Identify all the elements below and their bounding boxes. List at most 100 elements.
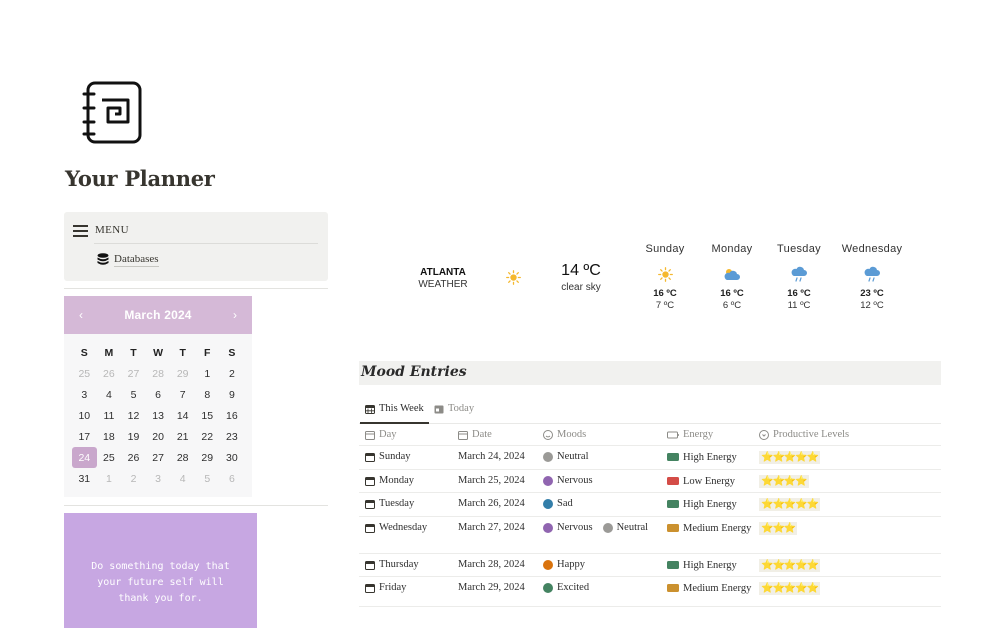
table-row[interactable]: Thursday March 28, 2024 Happy High Energy ⭐⭐… (359, 554, 941, 577)
calendar-month-title: March 2024 (124, 308, 192, 322)
page-title: Your Planner (65, 166, 215, 191)
calendar-day[interactable]: 20 (146, 426, 171, 447)
calendar-day[interactable]: 7 (170, 384, 195, 405)
mood-table: Day Date Moods Energy Productive Levels … (359, 424, 941, 607)
column-header-moods[interactable]: Moods (543, 429, 586, 440)
column-header-date[interactable]: Date (458, 429, 492, 440)
star-rating: ⭐⭐⭐⭐⭐ (759, 498, 821, 511)
next-month-button[interactable]: › (228, 308, 242, 322)
calendar-day[interactable]: 17 (72, 426, 97, 447)
weather-current: 14 ºC clear sky (556, 262, 606, 293)
column-header-productive[interactable]: Productive Levels (759, 429, 849, 440)
prev-month-button[interactable]: ‹ (74, 308, 88, 322)
calendar-day[interactable]: 28 (170, 447, 195, 468)
calendar-day[interactable]: 6 (220, 468, 245, 489)
column-header-label: Productive Levels (773, 429, 850, 440)
calendar-day[interactable]: 11 (97, 405, 122, 426)
mood-entries-header: Mood Entries (359, 361, 941, 385)
column-header-label: Date (472, 429, 492, 440)
energy-label: High Energy (683, 499, 737, 510)
calendar-day[interactable]: 14 (170, 405, 195, 426)
mood-face-icon (543, 452, 553, 462)
calendar-day[interactable]: 13 (146, 405, 171, 426)
day-label: Wednesday (379, 521, 428, 533)
date-label: March 29, 2024 (458, 582, 525, 593)
energy-label: Low Energy (683, 475, 736, 487)
calendar-icon (365, 500, 375, 509)
table-row[interactable]: Sunday March 24, 2024 Neutral High Energy ⭐⭐… (359, 446, 941, 470)
calendar-day[interactable]: 27 (146, 447, 171, 468)
table-row[interactable]: Wednesday March 27, 2024 Nervous Neutral Med… (359, 517, 941, 554)
day-label: Friday (379, 582, 407, 593)
calendar-day-icon (434, 405, 444, 413)
calendar-icon (365, 431, 375, 440)
column-header-day[interactable]: Day (365, 429, 397, 440)
rain-cloud-icon (766, 263, 832, 285)
rain-cloud-icon (839, 263, 905, 285)
tab-today[interactable]: Today (434, 403, 474, 414)
calendar-day[interactable]: 10 (72, 405, 97, 426)
date-label: March 24, 2024 (458, 451, 525, 462)
calendar-day[interactable]: 29 (195, 447, 220, 468)
day-label: Sunday (379, 451, 411, 462)
column-header-label: Energy (683, 429, 714, 440)
calendar-day[interactable]: 12 (121, 405, 146, 426)
calendar-day[interactable]: 2 (121, 468, 146, 489)
cell-day: Sunday (365, 451, 411, 462)
calendar-day[interactable]: 1 (97, 468, 122, 489)
cell-date: March 24, 2024 (458, 451, 525, 462)
menu-item-databases[interactable]: Databases (97, 252, 159, 267)
calendar-day[interactable]: 4 (97, 384, 122, 405)
calendar-day[interactable]: 30 (220, 447, 245, 468)
calendar-day[interactable]: 5 (121, 384, 146, 405)
calendar-day[interactable]: 5 (195, 468, 220, 489)
cell-productive: ⭐⭐⭐⭐⭐ (759, 498, 821, 511)
calendar-day[interactable]: 24 (72, 447, 97, 468)
weather-current-desc: clear sky (561, 282, 601, 293)
hamburger-icon (73, 225, 88, 237)
calendar-day[interactable]: 28 (146, 363, 171, 384)
calendar-day[interactable]: 25 (72, 363, 97, 384)
weather-forecast-day: Wednesday 23 ºC 12 ºC (839, 243, 905, 311)
date-label: March 26, 2024 (458, 498, 525, 509)
table-row[interactable]: Tuesday March 26, 2024 Sad High Energy ⭐⭐⭐⭐⭐ (359, 493, 941, 517)
column-header-label: Moods (557, 429, 587, 440)
calendar-day[interactable]: 6 (146, 384, 171, 405)
date-label: March 28, 2024 (458, 558, 525, 570)
calendar-day[interactable]: 26 (121, 447, 146, 468)
cell-date: March 29, 2024 (458, 582, 525, 593)
calendar-day[interactable]: 1 (195, 363, 220, 384)
calendar-day[interactable]: 23 (220, 426, 245, 447)
calendar-day[interactable]: 21 (170, 426, 195, 447)
calendar-day[interactable]: 8 (195, 384, 220, 405)
sun-icon (506, 270, 521, 290)
calendar-day[interactable]: 22 (195, 426, 220, 447)
cell-day: Thursday (365, 559, 419, 570)
calendar-day[interactable]: 16 (220, 405, 245, 426)
table-row[interactable]: Friday March 29, 2024 Excited Medium Energy… (359, 577, 941, 607)
calendar-weekday: F (204, 346, 211, 359)
notebook-icon[interactable] (80, 80, 144, 146)
calendar-day[interactable]: 25 (97, 447, 122, 468)
calendar-day[interactable]: 15 (195, 405, 220, 426)
calendar-day[interactable]: 27 (121, 363, 146, 384)
menu-label: MENU (95, 224, 129, 236)
calendar-day[interactable]: 29 (170, 363, 195, 384)
calendar-day[interactable]: 9 (220, 384, 245, 405)
cell-energy: High Energy (667, 498, 753, 511)
forecast-high: 23 ºC (860, 288, 884, 299)
calendar-day[interactable]: 26 (97, 363, 122, 384)
calendar-day[interactable]: 2 (220, 363, 245, 384)
tab-label: Today (448, 403, 475, 414)
calendar-day[interactable]: 4 (170, 468, 195, 489)
forecast-day-name: Wednesday (841, 243, 903, 255)
table-row[interactable]: Monday March 25, 2024 Nervous Low Energy ⭐⭐⭐… (359, 470, 941, 493)
column-header-energy[interactable]: Energy (667, 429, 753, 440)
forecast-day-name: Sunday (645, 243, 685, 255)
calendar-day[interactable]: 18 (97, 426, 122, 447)
calendar-day[interactable]: 3 (72, 384, 97, 405)
calendar-day[interactable]: 31 (72, 468, 97, 489)
calendar-day[interactable]: 19 (121, 426, 146, 447)
tab-this-week[interactable]: This Week (360, 403, 429, 424)
calendar-day[interactable]: 3 (146, 468, 171, 489)
